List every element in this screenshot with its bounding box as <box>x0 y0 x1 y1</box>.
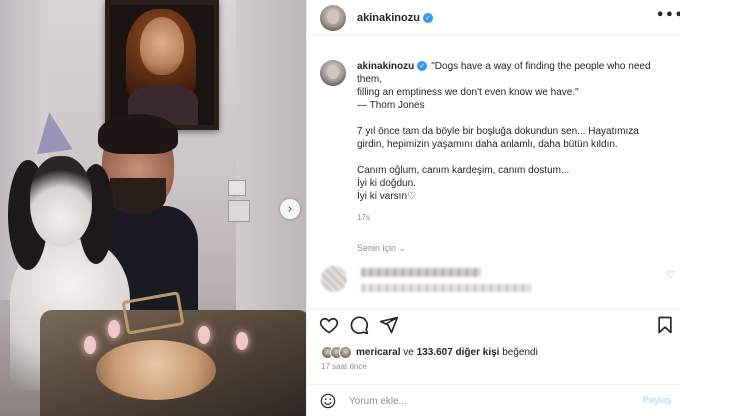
caption-avatar[interactable] <box>320 60 346 86</box>
caption-line: girdin, hepimizin yaşamını daha anlamlı,… <box>357 139 618 150</box>
likes-count[interactable]: 133.607 diğer kişi <box>417 347 500 358</box>
post-side-panel: akinakinozu ✓ ••• akinakinozu ✓ "Dogs have … <box>306 0 683 416</box>
caption-line: "Dogs have a way of finding the people w… <box>431 61 651 72</box>
heart-icon[interactable] <box>319 315 339 335</box>
post-header: akinakinozu ✓ ••• <box>307 0 683 36</box>
avatar[interactable] <box>320 5 346 31</box>
caption-username[interactable]: akinakinozu ✓ <box>357 61 428 72</box>
likes-summary[interactable]: mericaral ve 133.607 diğer kişi beğendi <box>321 344 538 360</box>
candle <box>198 326 210 344</box>
caption-line: — Thom Jones <box>357 100 425 111</box>
caption-line: İyi ki doğdun. <box>357 178 416 189</box>
blurred-comment <box>321 264 671 300</box>
birthday-cake <box>96 340 216 400</box>
caption-line: them, <box>357 74 383 85</box>
verified-badge-icon: ✓ <box>422 13 433 24</box>
caption-line: Canım oğlum, canım kardeşim, canım dostu… <box>357 165 570 176</box>
party-hat <box>31 109 73 155</box>
post-comment-button[interactable]: Paylaş <box>643 395 672 405</box>
caption-time: 17s <box>357 213 370 222</box>
caption: akinakinozu ✓ "Dogs have a way of finding … <box>357 60 673 203</box>
candle <box>108 320 120 338</box>
avatar <box>321 266 347 292</box>
caption-line: filling an emptiness we don't even know … <box>357 87 579 98</box>
wall-outlet <box>228 200 250 222</box>
comment-input[interactable] <box>349 393 619 409</box>
chevron-right-icon[interactable]: › <box>280 199 300 219</box>
smile-icon[interactable] <box>320 393 336 409</box>
wall-painting <box>105 0 219 130</box>
comment-bar: Paylaş <box>307 384 681 416</box>
comment-icon[interactable] <box>349 315 369 335</box>
likes-connector: ve <box>403 346 414 358</box>
username[interactable]: akinakinozu ✓ <box>357 12 433 24</box>
post-timestamp[interactable]: 17 saat önce <box>321 362 367 371</box>
likes-suffix: beğendi <box>502 346 538 358</box>
action-bar <box>307 308 681 338</box>
light-switch <box>228 180 246 196</box>
caption-line: 7 yıl önce tam da böyle bir boşluğa doku… <box>357 126 639 137</box>
send-icon[interactable] <box>379 315 399 335</box>
avatar <box>339 345 352 359</box>
candle <box>236 332 248 350</box>
page-background <box>680 0 740 416</box>
username-text[interactable]: akinakinozu <box>357 12 420 24</box>
verified-badge-icon: ✓ <box>417 61 428 72</box>
post-image[interactable]: › <box>0 0 306 416</box>
bookmark-icon[interactable] <box>655 315 675 335</box>
liker-username[interactable]: mericaral <box>356 347 400 358</box>
for-you-dropdown[interactable]: Senin için ⌄ <box>357 243 406 254</box>
caption-line: İyi ki varsın♡ <box>357 191 416 202</box>
comment-heart-icon[interactable]: ♡ <box>666 270 675 281</box>
candle <box>84 336 96 354</box>
